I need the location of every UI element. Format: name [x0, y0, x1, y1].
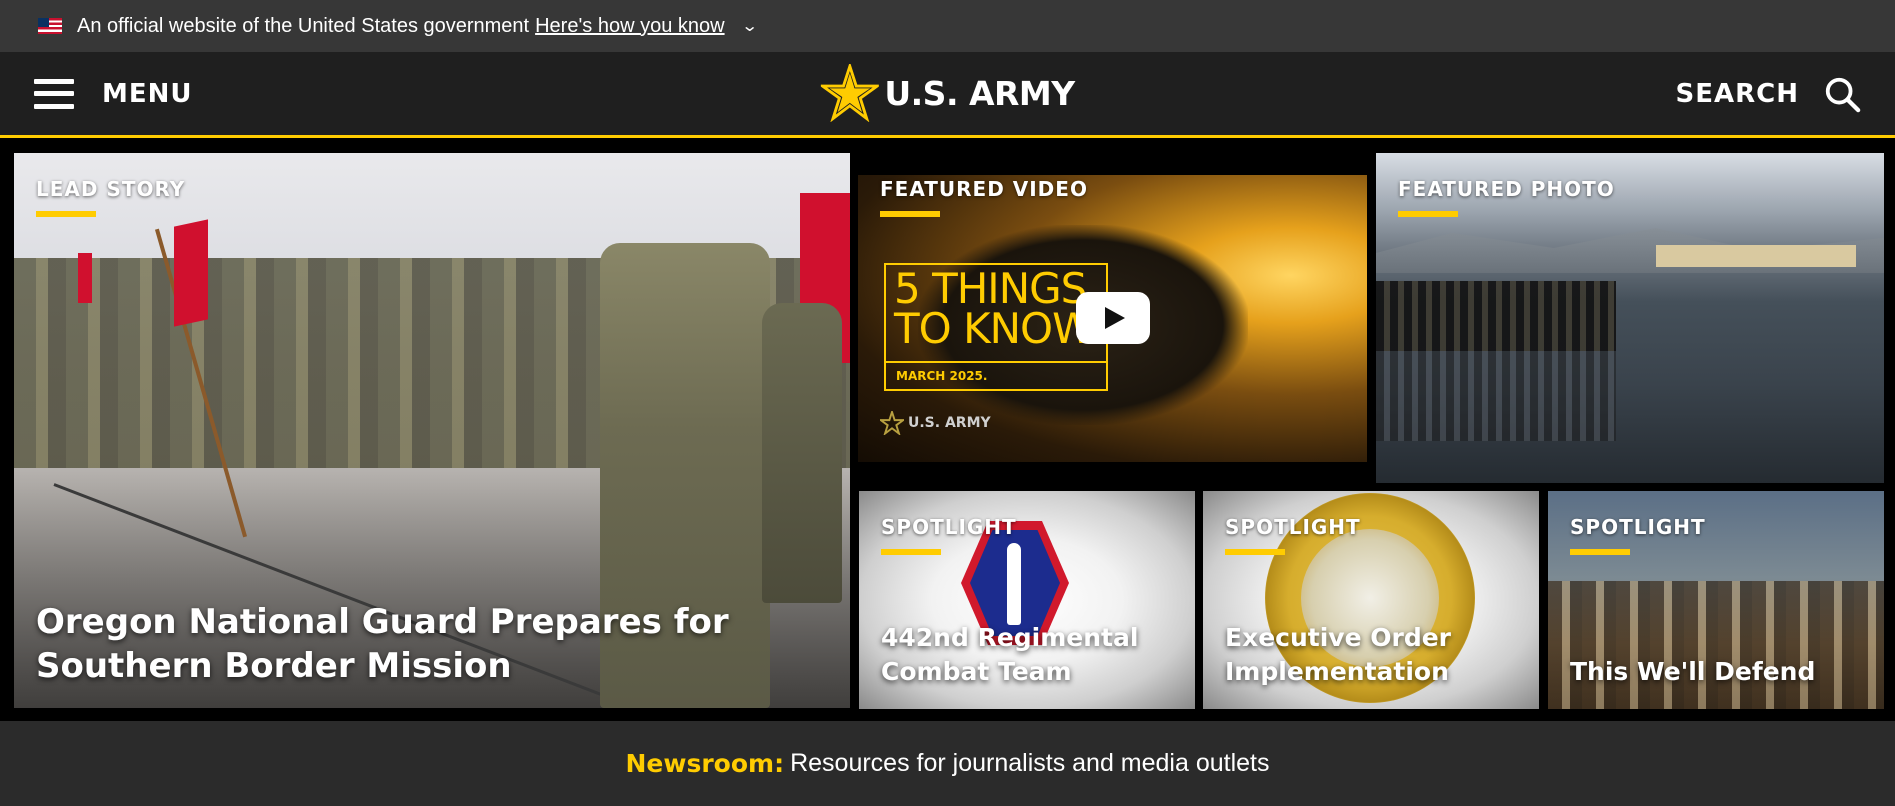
accent-bar	[1398, 211, 1458, 217]
spotlight-tile-this-well-defend[interactable]: SPOTLIGHT This We'll Defend	[1548, 491, 1884, 709]
star-icon	[820, 64, 879, 122]
torch-icon	[1007, 543, 1021, 625]
accent-bar	[1225, 549, 1285, 555]
video-army-logo: U.S. ARMY	[880, 411, 991, 435]
spotlight-tile-442nd[interactable]: SPOTLIGHT 442nd Regimental Combat Team	[859, 491, 1195, 709]
featured-photo-tile[interactable]: FEATURED PHOTO	[1376, 153, 1884, 483]
search-label: SEARCH	[1675, 78, 1799, 109]
spotlight-badge: SPOTLIGHT	[1570, 515, 1706, 539]
newsroom-description: Resources for journalists and media outl…	[790, 749, 1270, 777]
search-button[interactable]: SEARCH	[1676, 75, 1861, 113]
accent-bar	[881, 549, 941, 555]
featured-photo-image	[1376, 281, 1616, 351]
feature-grid: LEAD STORY Oregon National Guard Prepare…	[0, 153, 1895, 721]
army-logo[interactable]: U.S. ARMY	[820, 64, 1075, 122]
spotlight-tile-executive-order[interactable]: SPOTLIGHT Executive Order Implementation	[1203, 491, 1539, 709]
gov-banner-text: An official website of the United States…	[77, 14, 530, 37]
menu-button[interactable]: MENU	[34, 78, 193, 109]
gov-banner: An official website of the United States…	[0, 0, 1895, 52]
newsroom-link[interactable]: Newsroom: Resources for journalists and …	[0, 721, 1895, 806]
featured-photo-badge: FEATURED PHOTO	[1398, 177, 1615, 201]
newsroom-label: Newsroom:	[625, 749, 785, 778]
search-icon	[1825, 77, 1861, 112]
heres-how-you-know-link[interactable]: Here's how you know	[535, 15, 724, 38]
chevron-down-icon[interactable]: ⌄	[741, 16, 758, 36]
us-flag-icon	[38, 18, 62, 34]
accent-bar	[36, 211, 96, 217]
spotlight-badge: SPOTLIGHT	[881, 515, 1017, 539]
lead-story-tile[interactable]: LEAD STORY Oregon National Guard Prepare…	[14, 153, 850, 708]
spotlight-headline[interactable]: 442nd Regimental Combat Team	[881, 621, 1138, 689]
lead-story-badge: LEAD STORY	[36, 177, 186, 201]
featured-video-tile[interactable]: FEATURED VIDEO 5 THINGS TO KNOW. MARCH 2…	[858, 175, 1367, 462]
spotlight-badge: SPOTLIGHT	[1225, 515, 1361, 539]
video-overlay-date: MARCH 2025.	[896, 369, 988, 383]
accent-bar	[880, 211, 940, 217]
hamburger-icon	[34, 78, 74, 109]
video-overlay-title: 5 THINGS TO KNOW.	[894, 264, 1101, 353]
featured-video-badge: FEATURED VIDEO	[880, 177, 1088, 201]
logo-text: U.S. ARMY	[884, 73, 1075, 113]
spotlight-headline[interactable]: This We'll Defend	[1570, 655, 1815, 689]
site-header: MENU U.S. ARMY SEARCH	[0, 52, 1895, 138]
spotlight-headline[interactable]: Executive Order Implementation	[1225, 621, 1451, 689]
lead-story-headline[interactable]: Oregon National Guard Prepares for South…	[36, 600, 836, 688]
painting-image	[1548, 581, 1884, 709]
play-button-icon[interactable]	[1076, 292, 1150, 344]
menu-label: MENU	[102, 78, 193, 109]
star-icon	[880, 411, 904, 435]
accent-bar	[1570, 549, 1630, 555]
